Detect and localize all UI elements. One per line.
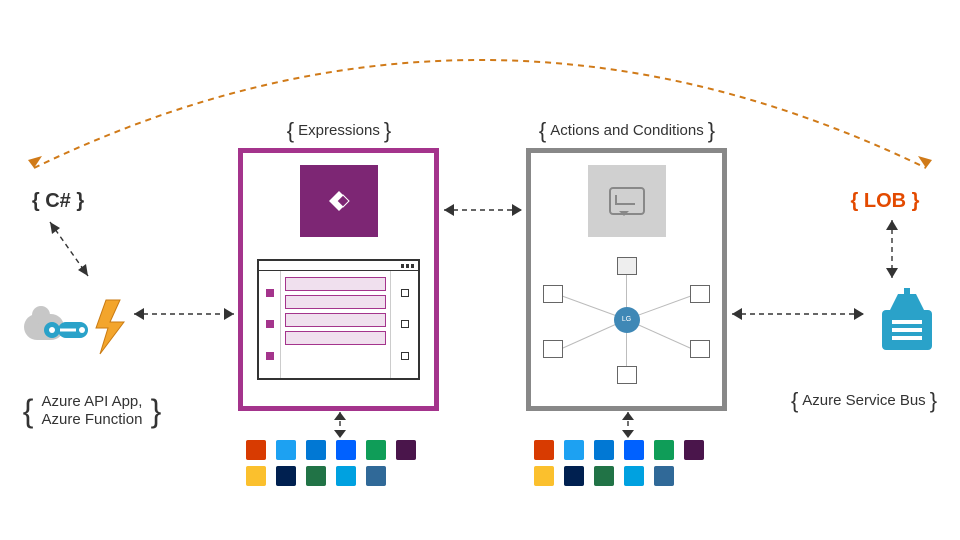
arrow-compute-to-left-panel bbox=[128, 304, 240, 324]
csharp-label: { C# } bbox=[18, 190, 98, 213]
expressions-label: {Expressions} bbox=[236, 118, 442, 144]
twitter-icon bbox=[276, 440, 296, 460]
brace-left-icon: { bbox=[535, 118, 550, 143]
dynamics-icon bbox=[564, 466, 584, 486]
top-dashed-arc bbox=[28, 22, 932, 172]
brace-left-icon: { bbox=[19, 393, 38, 429]
azure-service-bus-icon bbox=[878, 288, 936, 354]
azure-compute-cluster bbox=[22, 290, 146, 370]
twitter-icon bbox=[564, 440, 584, 460]
sharepoint-icon bbox=[594, 466, 614, 486]
slack-icon bbox=[684, 440, 704, 460]
actions-panel: LG bbox=[526, 148, 727, 411]
brace-left-icon: { bbox=[787, 388, 802, 413]
office-icon bbox=[534, 440, 554, 460]
onedrive-icon bbox=[594, 440, 614, 460]
brace-left-icon: { bbox=[283, 118, 298, 143]
gdrive-icon bbox=[366, 440, 386, 460]
arrow-right-panel-to-servicebus bbox=[726, 304, 870, 324]
azure-service-bus-label: {Azure Service Bus} bbox=[776, 388, 952, 414]
arrow-csharp-to-compute bbox=[34, 216, 114, 292]
dropbox-icon bbox=[336, 440, 356, 460]
salesforce-icon bbox=[336, 466, 356, 486]
expressions-panel bbox=[238, 148, 439, 411]
actions-conditions-label: {Actions and Conditions} bbox=[524, 118, 730, 144]
brace-right-icon: } bbox=[926, 388, 941, 413]
arrow-between-panels bbox=[438, 200, 528, 220]
dropbox-icon bbox=[624, 440, 644, 460]
designer-browser-icon bbox=[257, 259, 420, 380]
sharepoint-icon bbox=[306, 466, 326, 486]
sql-icon bbox=[366, 466, 386, 486]
salesforce-icon bbox=[624, 466, 644, 486]
gdrive-icon bbox=[654, 440, 674, 460]
mailchimp-icon bbox=[534, 466, 554, 486]
arrow-right-panel-to-connectors bbox=[618, 410, 638, 442]
lob-label: { LOB } bbox=[840, 190, 930, 213]
dynamics-icon bbox=[276, 466, 296, 486]
azure-api-function-label: { Azure API App, Azure Function } bbox=[14, 392, 170, 430]
flow-tile-icon bbox=[588, 165, 666, 237]
arrow-lob-to-servicebus bbox=[872, 216, 912, 288]
arrow-left-panel-to-connectors bbox=[330, 410, 350, 442]
hub-diagram-icon: LG bbox=[545, 259, 708, 380]
office-icon bbox=[246, 440, 266, 460]
connectors-right bbox=[534, 440, 704, 508]
onedrive-icon bbox=[306, 440, 326, 460]
brace-right-icon: } bbox=[380, 118, 395, 143]
sql-icon bbox=[654, 466, 674, 486]
mailchimp-icon bbox=[246, 466, 266, 486]
brace-right-icon: } bbox=[704, 118, 719, 143]
slack-icon bbox=[396, 440, 416, 460]
connectors-left bbox=[246, 440, 416, 508]
logic-app-icon bbox=[42, 312, 90, 348]
powerapps-tile-icon bbox=[300, 165, 378, 237]
brace-right-icon: } bbox=[147, 393, 166, 429]
